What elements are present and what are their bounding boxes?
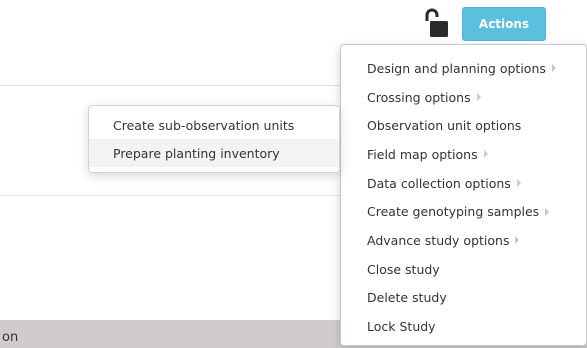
- actions-button-label: Actions: [478, 17, 530, 31]
- menu-item-field-map[interactable]: Field map options: [341, 140, 586, 169]
- submenu-item-create-sub-observation-units[interactable]: Create sub-observation units: [89, 111, 339, 139]
- actions-dropdown-menu: Design and planning options Crossing opt…: [340, 44, 587, 346]
- menu-item-advance-study[interactable]: Advance study options: [341, 226, 586, 255]
- menu-item-delete-study[interactable]: Delete study: [341, 284, 586, 313]
- submenu-caret-icon: [483, 150, 488, 159]
- menu-item-data-collection[interactable]: Data collection options: [341, 169, 586, 198]
- submenu-caret-icon: [515, 236, 520, 245]
- observation-unit-submenu: Create sub-observation units Prepare pla…: [88, 105, 340, 173]
- submenu-caret-icon: [516, 179, 521, 188]
- submenu-caret-icon: [551, 64, 556, 73]
- table-header-text: on: [2, 330, 19, 345]
- unlocked-padlock-icon[interactable]: [424, 8, 448, 38]
- menu-item-observation-unit[interactable]: Observation unit options: [341, 111, 586, 140]
- submenu-caret-icon: [476, 93, 481, 102]
- menu-item-genotyping-samples[interactable]: Create genotyping samples: [341, 197, 586, 226]
- menu-item-crossing[interactable]: Crossing options: [341, 83, 586, 112]
- submenu-item-prepare-planting-inventory[interactable]: Prepare planting inventory: [89, 139, 339, 167]
- menu-item-close-study[interactable]: Close study: [341, 255, 586, 284]
- menu-item-lock-study[interactable]: Lock Study: [341, 312, 586, 341]
- submenu-caret-icon: [545, 207, 550, 216]
- actions-button[interactable]: Actions: [462, 7, 546, 41]
- menu-item-design-planning[interactable]: Design and planning options: [341, 54, 586, 83]
